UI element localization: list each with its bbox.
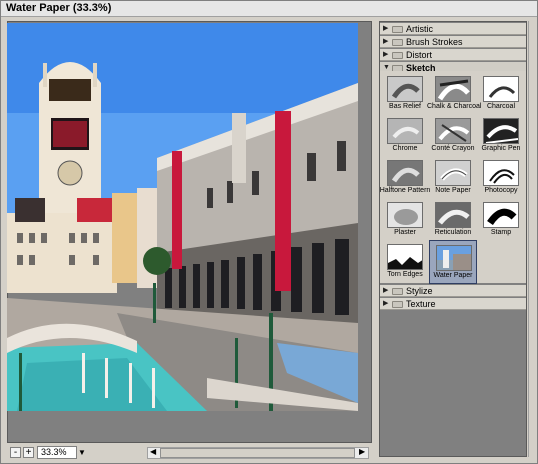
filter-thumb-stamp[interactable]: Stamp <box>478 199 524 241</box>
category-stylize[interactable]: ▶ Stylize <box>380 285 526 297</box>
filter-thumb-plaster[interactable]: Plaster <box>382 199 428 241</box>
thumbnail-image <box>387 76 423 102</box>
thumbnail-image <box>387 118 423 144</box>
folder-icon <box>392 39 403 46</box>
folder-icon <box>392 288 403 295</box>
title-bar[interactable]: Water Paper (33.3%) <box>1 1 537 17</box>
vertical-scrollbar[interactable] <box>528 21 537 457</box>
expand-triangle-icon[interactable]: ▶ <box>383 23 388 35</box>
filter-thumb-water-paper[interactable]: Water Paper <box>429 240 477 284</box>
filter-thumb-bas-relief[interactable]: Bas Relief <box>382 73 428 115</box>
preview-image[interactable] <box>7 23 358 411</box>
filter-thumb-graphic-pen[interactable]: Graphic Pen <box>478 115 524 157</box>
thumbnail-image <box>483 118 519 144</box>
zoom-in-button[interactable]: + <box>23 447 34 458</box>
filter-thumb-torn-edges[interactable]: Torn Edges <box>382 241 428 283</box>
scroll-left-icon[interactable]: ◀ <box>150 447 156 456</box>
thumbnail-image <box>435 76 471 102</box>
category-brush-strokes[interactable]: ▶ Brush Strokes <box>380 36 526 48</box>
thumbnail-image <box>483 76 519 102</box>
scrollbar-thumb[interactable] <box>160 448 355 458</box>
zoom-level-field[interactable]: 33.3% <box>37 446 77 459</box>
thumbnail-image <box>435 118 471 144</box>
zoom-out-button[interactable]: - <box>10 447 21 458</box>
filter-thumb-note-paper[interactable]: Note Paper <box>430 157 476 199</box>
filter-gallery-window: Water Paper (33.3%) - + 33.3% ▼ ◀ ▶ ▶ Ar… <box>0 0 538 464</box>
folder-icon <box>392 26 403 33</box>
scroll-right-icon[interactable]: ▶ <box>359 447 365 456</box>
category-texture[interactable]: ▶ Texture <box>380 298 526 310</box>
thumbnail-image <box>435 160 471 186</box>
folder-icon <box>392 301 403 308</box>
window-title: Water Paper (33.3%) <box>6 2 112 14</box>
filter-thumb-chalk-charcoal[interactable]: Chalk & Charcoal <box>427 73 481 115</box>
category-distort[interactable]: ▶ Distort <box>380 49 526 61</box>
expand-triangle-icon[interactable]: ▶ <box>383 285 388 297</box>
filter-thumb-chrome[interactable]: Chrome <box>382 115 428 157</box>
thumbnail-image <box>387 202 423 228</box>
sketch-thumbnails: Bas Relief Chalk & Charcoal Charcoal Chr… <box>380 71 526 284</box>
chevron-down-icon[interactable]: ▼ <box>78 448 86 457</box>
filter-thumb-charcoal[interactable]: Charcoal <box>478 73 524 115</box>
expand-triangle-icon[interactable]: ▶ <box>383 49 388 61</box>
thumbnail-image <box>435 202 471 228</box>
expand-triangle-icon[interactable]: ▶ <box>383 298 388 310</box>
filter-thumb-reticulation[interactable]: Reticulation <box>430 199 476 241</box>
thumbnail-image <box>436 245 472 271</box>
filter-thumb-photocopy[interactable]: Photocopy <box>478 157 524 199</box>
thumbnail-image <box>387 160 423 186</box>
thumbnail-image <box>483 160 519 186</box>
filter-thumb-conte-crayon[interactable]: Conté Crayon <box>430 115 476 157</box>
thumbnail-image <box>483 202 519 228</box>
expand-triangle-icon[interactable]: ▶ <box>383 36 388 48</box>
folder-icon <box>392 52 403 59</box>
preview-toolbar: - + 33.3% ▼ ◀ ▶ <box>7 445 372 461</box>
thumbnail-image <box>387 244 423 270</box>
category-artistic[interactable]: ▶ Artistic <box>380 23 526 35</box>
filter-thumb-halftone-pattern[interactable]: Halftone Pattern <box>380 157 430 199</box>
horizontal-scrollbar[interactable]: ◀ ▶ <box>147 447 369 459</box>
